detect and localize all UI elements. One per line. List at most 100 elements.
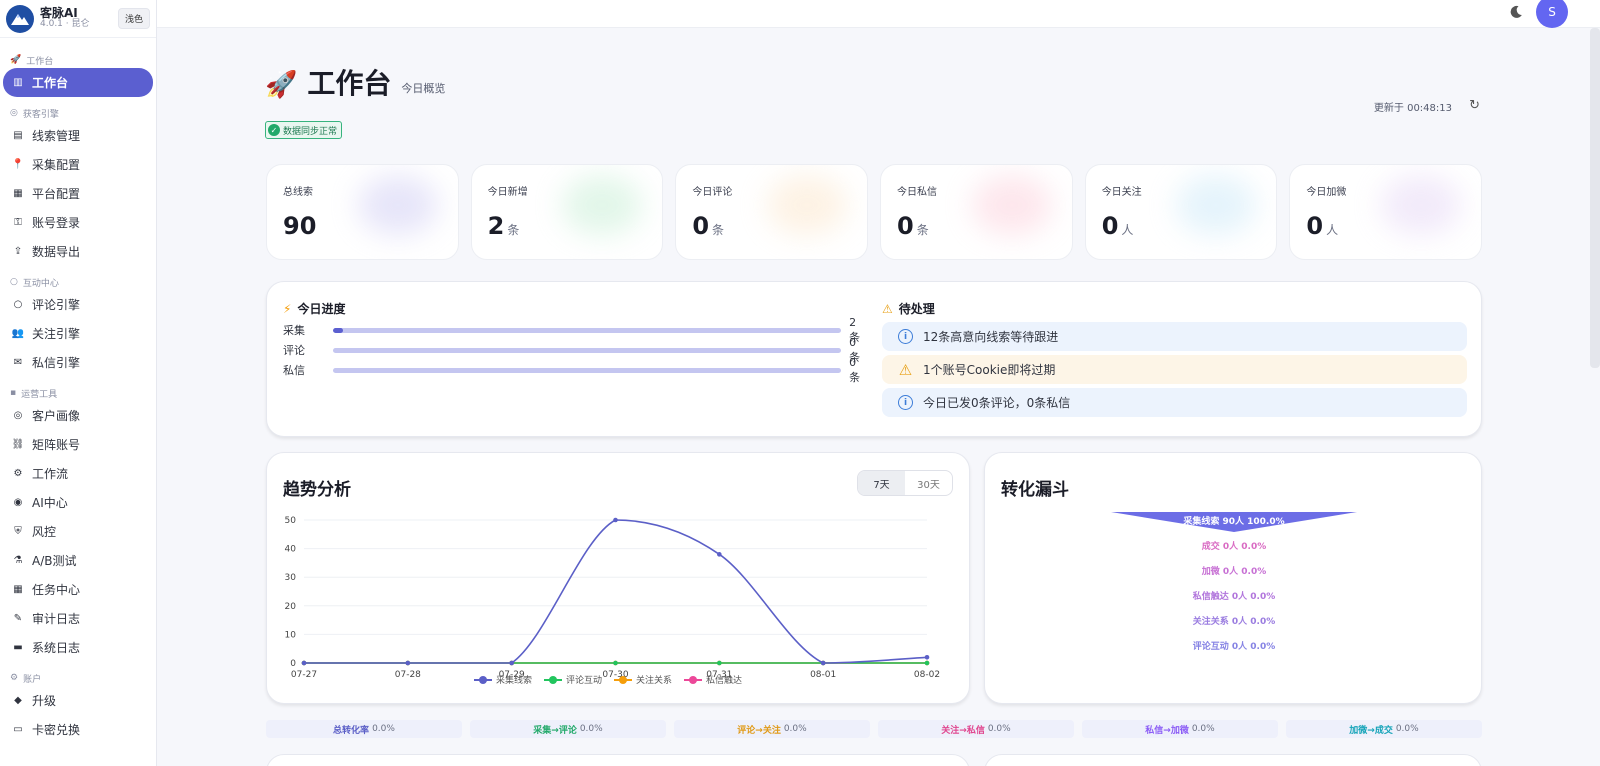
sidebar-item[interactable]: ⚗ A/B测试 xyxy=(0,546,156,575)
sidebar-item-label: 升级 xyxy=(32,694,57,708)
robot-icon: ◉ xyxy=(13,497,23,508)
sidebar-item[interactable]: ○ 评论引擎 xyxy=(0,290,156,319)
x-tick-label: 08-01 xyxy=(810,670,836,680)
stat-value-wrap: 0人 xyxy=(1102,212,1261,240)
range-30d-button[interactable]: 30天 xyxy=(905,471,952,495)
sidebar-item[interactable]: ▦ 任务中心 xyxy=(0,575,156,604)
lightning-icon: ⚡ xyxy=(283,301,292,316)
sidebar-item[interactable]: ▭ 卡密兑换 xyxy=(0,715,156,744)
updated-time: 更新于 00:48:13 xyxy=(1373,103,1452,114)
sidebar-item[interactable]: ⛓ 矩阵账号 xyxy=(0,430,156,459)
rate-label: 私信→加微 xyxy=(1145,725,1189,736)
toolbox-icon: ▪ xyxy=(10,388,17,398)
pin-icon: 📍 xyxy=(11,159,25,170)
refresh-icon[interactable]: ↻ xyxy=(1469,98,1480,113)
nav-group-label: 获客引擎 xyxy=(22,109,59,120)
stat-value-wrap: 0人 xyxy=(1306,212,1465,240)
sidebar-item[interactable]: ⛨ 风控 xyxy=(0,517,156,546)
comment-icon: ○ xyxy=(13,299,23,310)
rate-label: 评论→关注 xyxy=(737,725,781,736)
series-point xyxy=(613,660,618,666)
scrollbar[interactable] xyxy=(1590,28,1600,368)
y-tick-label: 20 xyxy=(285,602,297,612)
sidebar-item-label: 私信引擎 xyxy=(32,356,81,370)
series-line xyxy=(303,519,928,664)
nav-group-label: 账户 xyxy=(23,674,42,685)
conversion-rate: 评论→关注 0.0% xyxy=(674,720,870,738)
sidebar-item[interactable]: ▤ 线索管理 xyxy=(0,121,156,150)
nav-group-title: ▪ 运营工具 xyxy=(0,385,156,401)
target-icon: ◎ xyxy=(10,108,18,118)
warning-icon: ⚠ xyxy=(898,360,913,379)
x-tick-label: 07-27 xyxy=(291,670,317,680)
sidebar-item[interactable]: ▥ 工作台 xyxy=(3,68,153,97)
sidebar-item-label: 矩阵账号 xyxy=(32,438,81,452)
sidebar-item[interactable]: 👥 关注引擎 xyxy=(0,319,156,348)
stat-label: 总线索 xyxy=(283,187,313,198)
sidebar-item[interactable]: ▬ 系统日志 xyxy=(0,633,156,662)
stat-card: 今日评论 0条 xyxy=(675,164,869,260)
stat-value: 0 xyxy=(1101,212,1119,240)
info-icon: i xyxy=(898,395,913,410)
todo-text: 1个账号Cookie即将过期 xyxy=(923,363,1056,377)
funnel-row: 加微 0人 0.0% xyxy=(1201,567,1267,577)
stat-card: 总线索 90 xyxy=(266,164,459,260)
stat-value: 90 xyxy=(283,212,317,240)
diamond-icon: ◆ xyxy=(14,695,22,706)
todo-item[interactable]: ⚠ 1个账号Cookie即将过期 xyxy=(882,355,1467,384)
conversion-rate: 加微→成交 0.0% xyxy=(1286,720,1482,738)
series-point xyxy=(405,660,411,666)
sidebar-item-label: 审计日志 xyxy=(32,612,81,626)
rate-label: 总转化率 xyxy=(333,725,370,736)
sidebar-item[interactable]: ⇪ 数据导出 xyxy=(0,237,156,266)
funnel-row: 私信触达 0人 0.0% xyxy=(1192,592,1276,602)
theme-toggle-button[interactable]: 浅色 xyxy=(117,8,150,29)
sidebar-item[interactable]: ▦ 平台配置 xyxy=(0,179,156,208)
sidebar-item[interactable]: ◉ AI中心 xyxy=(0,488,156,517)
gear-icon: ⚙ xyxy=(13,468,23,479)
sidebar-item-label: 系统日志 xyxy=(32,641,81,655)
sidebar-item[interactable]: ✎ 审计日志 xyxy=(0,604,156,633)
sidebar-item[interactable]: ⚿ 账号登录 xyxy=(0,208,156,237)
stat-value: 2 xyxy=(487,212,505,240)
flask-icon: ⚗ xyxy=(13,555,23,566)
avatar[interactable]: S xyxy=(1536,0,1568,28)
gear-icon: ⚙ xyxy=(10,673,19,683)
stat-value-wrap: 90 xyxy=(283,212,442,240)
sidebar-item-label: 采集配置 xyxy=(32,158,81,172)
stat-unit: 人 xyxy=(1326,223,1339,237)
conversion-rate: 采集→评论 0.0% xyxy=(470,720,666,738)
progress-row: 采集 2条 xyxy=(283,316,867,344)
sidebar-item[interactable]: ⚙ 工作流 xyxy=(0,459,156,488)
sidebar-item-label: 风控 xyxy=(32,525,57,539)
stat-value: 0 xyxy=(897,212,914,240)
key-icon: ⚿ xyxy=(14,217,22,228)
stat-card: 今日关注 0人 xyxy=(1084,164,1278,260)
progress-bar xyxy=(332,327,842,333)
sidebar-item[interactable]: ◆ 升级 xyxy=(0,686,156,715)
progress-count: 0条 xyxy=(849,355,861,384)
trend-title: 趋势分析 xyxy=(283,480,351,500)
range-toggle: 7天 30天 xyxy=(857,470,953,496)
trend-chart: 0102030405007-27 07-28 07-29 07-30 07-31 08-0… xyxy=(285,516,941,686)
nav-group-title: 🚀 工作台 xyxy=(0,52,156,68)
legend-marker xyxy=(549,676,557,684)
series-point xyxy=(924,660,930,666)
todo-item[interactable]: i 今日已发0条评论，0条私信 xyxy=(882,388,1467,417)
stat-label: 今日关注 xyxy=(1101,187,1142,198)
nav-group-label: 运营工具 xyxy=(21,389,58,400)
range-7d-button[interactable]: 7天 xyxy=(858,471,905,495)
todo-item[interactable]: i 12条高意向线索等待跟进 xyxy=(882,322,1467,351)
progress-row: 评论 0条 xyxy=(283,336,867,364)
sidebar-item[interactable]: 📍 采集配置 xyxy=(0,150,156,179)
nav-group-title: ⚙ 账户 xyxy=(0,670,156,686)
moon-icon[interactable] xyxy=(1508,4,1524,20)
sidebar-item[interactable]: ◎ 客户画像 xyxy=(0,401,156,430)
series-point xyxy=(301,660,307,666)
funnel-title: 转化漏斗 xyxy=(1001,480,1069,500)
rate-value: 0.0% xyxy=(1191,724,1215,734)
stat-card: 今日新增 2条 xyxy=(470,164,664,260)
stat-unit: 条 xyxy=(507,223,520,237)
stat-value-wrap: 0条 xyxy=(692,212,851,240)
sidebar-item[interactable]: ✉ 私信引擎 xyxy=(0,348,156,377)
